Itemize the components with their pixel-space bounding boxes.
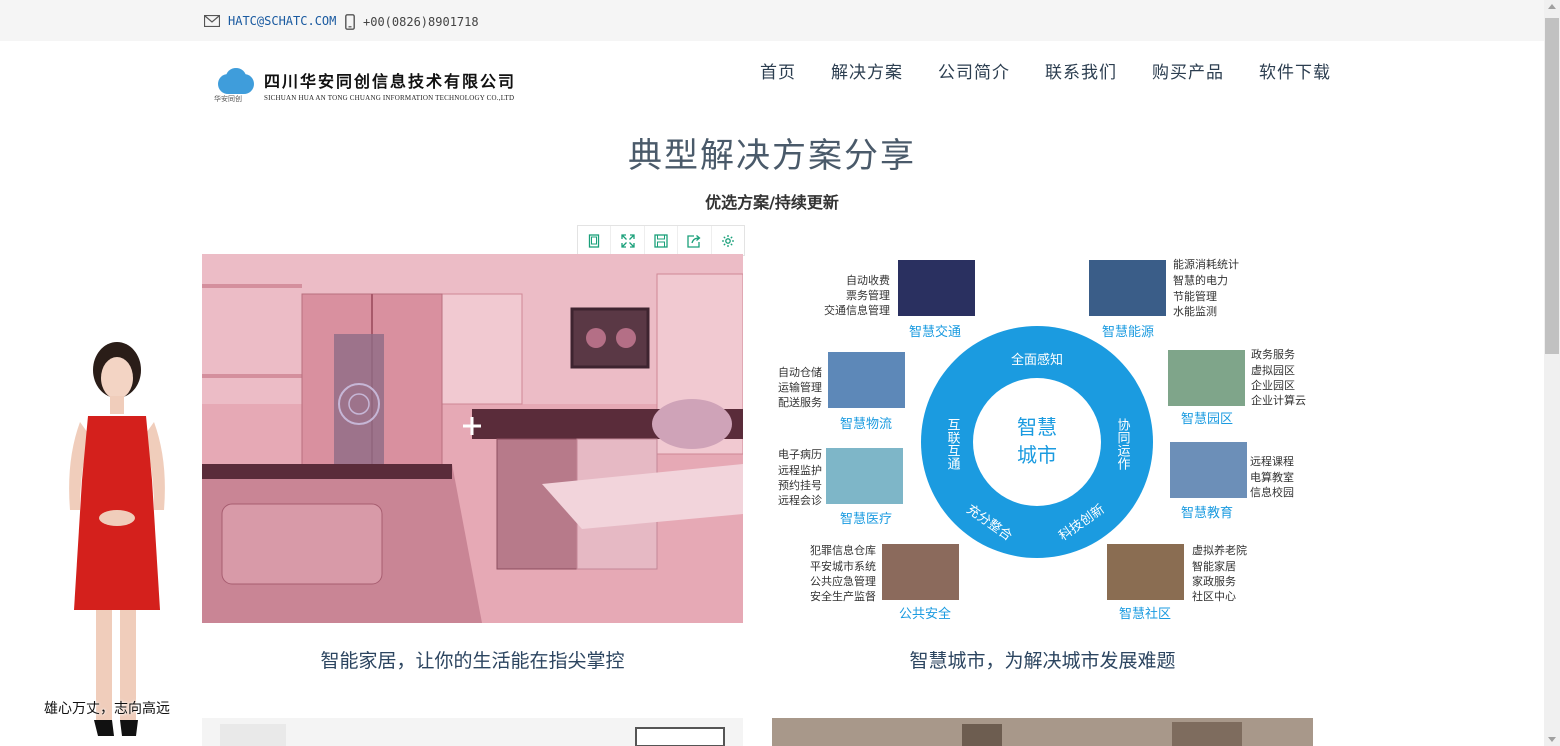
- node-education-line3: 信息校园: [1250, 485, 1294, 499]
- email-contact[interactable]: HATC@SCHATC.COM: [204, 14, 336, 28]
- logo-sub-text: 华安同创: [214, 95, 242, 103]
- nav-item-about[interactable]: 公司简介: [938, 58, 1010, 83]
- virtual-presenter-avatar[interactable]: [40, 340, 190, 740]
- smart-city-diagram: 智慧 城市 全面感知 互联互通 协同运作 充分整合 科技创新 自动收费 票务管理…: [778, 257, 1306, 622]
- main-nav: 首页 解决方案 公司简介 联系我们 购买产品 软件下载: [760, 58, 1331, 83]
- card-caption-smart-home[interactable]: 智能家居，让你的生活能在指尖掌控: [202, 646, 743, 673]
- node-medical-line1: 电子病历: [778, 447, 822, 461]
- presenter-subtitle: 雄心万丈，志向高远: [44, 701, 170, 717]
- node-security-title: 公共安全: [899, 606, 951, 622]
- node-traffic-line2: 票务管理: [846, 288, 890, 302]
- scroll-thumb[interactable]: [1545, 18, 1559, 354]
- node-security-line3: 公共应急管理: [810, 574, 876, 588]
- logistics-photo: [828, 352, 905, 408]
- node-education-line1: 远程课程: [1250, 455, 1294, 468]
- medical-photo: [826, 448, 903, 504]
- company-logo[interactable]: 华安同创 四川华安同创信息技术有限公司 SICHUAN HUA AN TONG …: [214, 64, 559, 106]
- traffic-photo: [898, 260, 975, 316]
- node-park-title: 智慧园区: [1181, 411, 1233, 427]
- scroll-down-icon[interactable]: [1548, 737, 1556, 742]
- node-park-line3: 企业园区: [1251, 378, 1295, 392]
- page-scrollbar[interactable]: [1544, 0, 1560, 746]
- node-traffic-line3: 交通信息管理: [824, 303, 890, 317]
- next-card-image-left[interactable]: [202, 718, 743, 746]
- ring-right-label: 协同运作: [1115, 418, 1131, 470]
- node-energy-line4: 水能监测: [1173, 304, 1217, 318]
- nav-item-contact[interactable]: 联系我们: [1045, 58, 1117, 83]
- section-subtitle: 优选方案/持续更新: [705, 193, 839, 212]
- node-medical-line3: 预约挂号: [778, 478, 822, 492]
- nav-item-download[interactable]: 软件下载: [1259, 58, 1331, 83]
- section-title: 典型解决方案分享: [628, 136, 916, 176]
- top-contact-bar: HATC@SCHATC.COM +00(0826)8901718: [0, 0, 1544, 41]
- company-name-en: SICHUAN HUA AN TONG CHUANG INFORMATION T…: [264, 94, 515, 102]
- node-education-line2: 电算教室: [1250, 470, 1294, 484]
- node-education-title: 智慧教育: [1181, 505, 1233, 521]
- page-icon[interactable]: [578, 226, 612, 255]
- node-community-line4: 社区中心: [1192, 589, 1236, 603]
- education-photo: [1170, 442, 1247, 498]
- nav-item-solutions[interactable]: 解决方案: [831, 58, 903, 83]
- node-security-line2: 平安城市系统: [810, 559, 876, 573]
- company-name-cn: 四川华安同创信息技术有限公司: [264, 72, 517, 91]
- smart-city-image[interactable]: 智慧 城市 全面感知 互联互通 协同运作 充分整合 科技创新 自动收费 票务管理…: [772, 254, 1313, 623]
- save-icon[interactable]: [645, 226, 679, 255]
- nav-item-buy[interactable]: 购买产品: [1152, 58, 1224, 83]
- node-security-line1: 犯罪信息仓库: [810, 543, 876, 557]
- node-community-line3: 家政服务: [1192, 574, 1236, 588]
- next-card-image-right[interactable]: [772, 718, 1313, 746]
- node-medical-line4: 远程会诊: [778, 493, 822, 507]
- phone-text: +00(0826)8901718: [363, 15, 479, 29]
- kitchen-illustration: [202, 254, 743, 623]
- node-traffic-line1: 自动收费: [846, 273, 890, 287]
- energy-photo: [1089, 260, 1166, 316]
- node-energy-line2: 智慧的电力: [1173, 273, 1228, 287]
- city-center-line1: 智慧: [1017, 415, 1057, 439]
- card-caption-smart-city[interactable]: 智慧城市，为解决城市发展难题: [772, 646, 1313, 673]
- fullscreen-icon[interactable]: [611, 226, 645, 255]
- node-energy-title: 智慧能源: [1102, 324, 1154, 340]
- node-park-line1: 政务服务: [1251, 347, 1295, 361]
- smart-home-image[interactable]: [202, 254, 743, 623]
- node-community-line1: 虚拟养老院: [1192, 543, 1247, 557]
- node-park-line4: 企业计算云: [1251, 393, 1306, 407]
- node-traffic-title: 智慧交通: [909, 324, 961, 340]
- nav-item-home[interactable]: 首页: [760, 58, 796, 83]
- community-photo: [1107, 544, 1184, 600]
- security-photo: [882, 544, 959, 600]
- node-security-line4: 安全生产监督: [810, 589, 876, 603]
- park-photo: [1168, 350, 1245, 406]
- node-medical-title: 智慧医疗: [840, 511, 892, 527]
- node-logistics-line1: 自动仓储: [778, 365, 822, 379]
- phone-icon: [345, 14, 355, 30]
- node-park-line2: 虚拟园区: [1251, 363, 1295, 377]
- ring-top-label: 全面感知: [1011, 352, 1063, 368]
- phone-contact: +00(0826)8901718: [345, 14, 479, 30]
- node-energy-line3: 节能管理: [1173, 289, 1217, 303]
- city-center-line2: 城市: [1017, 443, 1057, 467]
- share-icon[interactable]: [678, 226, 712, 255]
- email-text[interactable]: HATC@SCHATC.COM: [228, 14, 336, 28]
- node-energy-line1: 能源消耗统计: [1173, 257, 1239, 271]
- node-logistics-line2: 运输管理: [778, 380, 822, 394]
- ring-left-label: 互联互通: [945, 418, 961, 470]
- node-logistics-line3: 配送服务: [778, 395, 822, 409]
- presenter-figure: [69, 342, 165, 736]
- cloud-logo-icon: 华安同创: [214, 66, 258, 104]
- scroll-up-icon[interactable]: [1548, 4, 1556, 9]
- node-medical-line2: 远程监护: [778, 463, 822, 477]
- node-community-line2: 智能家居: [1192, 559, 1236, 573]
- node-logistics-title: 智慧物流: [840, 416, 892, 432]
- node-community-title: 智慧社区: [1119, 606, 1171, 622]
- mail-icon: [204, 15, 220, 27]
- image-toolbar: [577, 225, 745, 256]
- settings-icon[interactable]: [712, 226, 744, 255]
